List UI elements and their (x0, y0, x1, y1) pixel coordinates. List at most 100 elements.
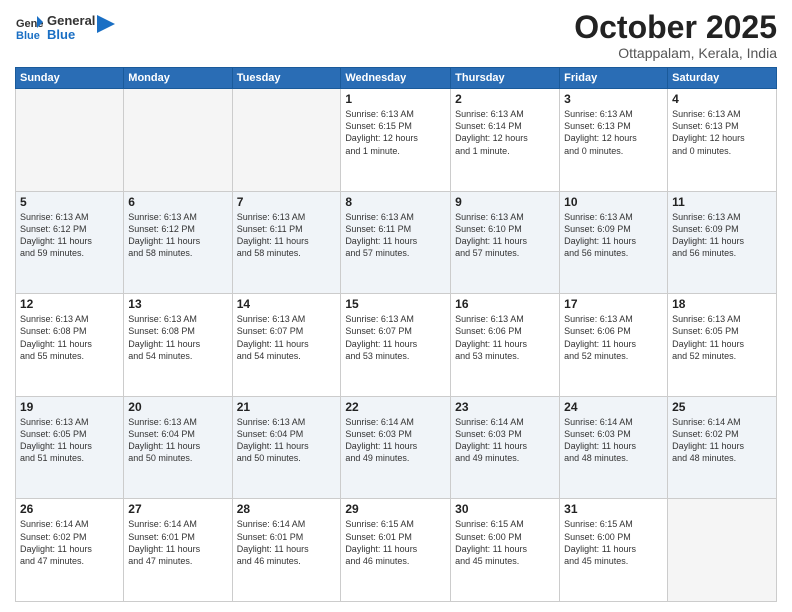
calendar-cell: 7 Sunrise: 6:13 AM Sunset: 6:11 PM Daylig… (232, 191, 341, 294)
calendar-cell: 5 Sunrise: 6:13 AM Sunset: 6:12 PM Daylig… (16, 191, 124, 294)
calendar-cell: 10 Sunrise: 6:13 AM Sunset: 6:09 PM Dayli… (560, 191, 668, 294)
weekday-header-thursday: Thursday (451, 68, 560, 89)
weekday-header-wednesday: Wednesday (341, 68, 451, 89)
day-info: Sunrise: 6:13 AM Sunset: 6:11 PM Dayligh… (237, 211, 337, 260)
calendar-cell: 2 Sunrise: 6:13 AM Sunset: 6:14 PM Daylig… (451, 89, 560, 192)
calendar-cell: 9 Sunrise: 6:13 AM Sunset: 6:10 PM Daylig… (451, 191, 560, 294)
day-number: 23 (455, 400, 555, 414)
calendar-cell: 21 Sunrise: 6:13 AM Sunset: 6:04 PM Dayli… (232, 396, 341, 499)
day-info: Sunrise: 6:15 AM Sunset: 6:00 PM Dayligh… (564, 518, 663, 567)
week-row-1: 1Sunrise: 6:13 AM Sunset: 6:15 PM Daylig… (16, 89, 777, 192)
week-row-4: 19Sunrise: 6:13 AM Sunset: 6:05 PM Dayli… (16, 396, 777, 499)
day-info: Sunrise: 6:15 AM Sunset: 6:00 PM Dayligh… (455, 518, 555, 567)
day-info: Sunrise: 6:13 AM Sunset: 6:05 PM Dayligh… (672, 313, 772, 362)
day-number: 25 (672, 400, 772, 414)
day-number: 24 (564, 400, 663, 414)
calendar-cell: 28 Sunrise: 6:14 AM Sunset: 6:01 PM Dayli… (232, 499, 341, 602)
month-title: October 2025 (574, 10, 777, 45)
day-number: 16 (455, 297, 555, 311)
calendar-cell: 30 Sunrise: 6:15 AM Sunset: 6:00 PM Dayli… (451, 499, 560, 602)
calendar-cell: 1Sunrise: 6:13 AM Sunset: 6:15 PM Daylig… (341, 89, 451, 192)
day-number: 4 (672, 92, 772, 106)
day-number: 21 (237, 400, 337, 414)
day-info: Sunrise: 6:13 AM Sunset: 6:15 PM Dayligh… (345, 108, 446, 157)
day-number: 11 (672, 195, 772, 209)
day-number: 14 (237, 297, 337, 311)
day-info: Sunrise: 6:15 AM Sunset: 6:01 PM Dayligh… (345, 518, 446, 567)
day-info: Sunrise: 6:13 AM Sunset: 6:12 PM Dayligh… (20, 211, 119, 260)
day-number: 15 (345, 297, 446, 311)
day-number: 7 (237, 195, 337, 209)
calendar-cell: 14 Sunrise: 6:13 AM Sunset: 6:07 PM Dayli… (232, 294, 341, 397)
day-number: 9 (455, 195, 555, 209)
calendar-cell: 18 Sunrise: 6:13 AM Sunset: 6:05 PM Dayli… (668, 294, 777, 397)
calendar-cell: 4 Sunrise: 6:13 AM Sunset: 6:13 PM Daylig… (668, 89, 777, 192)
calendar-cell: 16 Sunrise: 6:13 AM Sunset: 6:06 PM Dayli… (451, 294, 560, 397)
day-info: Sunrise: 6:13 AM Sunset: 6:09 PM Dayligh… (672, 211, 772, 260)
day-info: Sunrise: 6:13 AM Sunset: 6:14 PM Dayligh… (455, 108, 555, 157)
day-number: 13 (128, 297, 227, 311)
day-info: Sunrise: 6:13 AM Sunset: 6:08 PM Dayligh… (20, 313, 119, 362)
day-info: Sunrise: 6:14 AM Sunset: 6:02 PM Dayligh… (20, 518, 119, 567)
calendar-cell: 3 Sunrise: 6:13 AM Sunset: 6:13 PM Daylig… (560, 89, 668, 192)
day-number: 22 (345, 400, 446, 414)
calendar-cell: 12 Sunrise: 6:13 AM Sunset: 6:08 PM Dayli… (16, 294, 124, 397)
day-number: 18 (672, 297, 772, 311)
calendar-cell: 23 Sunrise: 6:14 AM Sunset: 6:03 PM Dayli… (451, 396, 560, 499)
logo-arrow-icon (97, 15, 115, 33)
calendar-cell: 26 Sunrise: 6:14 AM Sunset: 6:02 PM Dayli… (16, 499, 124, 602)
calendar-cell: 19Sunrise: 6:13 AM Sunset: 6:05 PM Dayli… (16, 396, 124, 499)
calendar-cell: 8Sunrise: 6:13 AM Sunset: 6:11 PM Daylig… (341, 191, 451, 294)
day-number: 6 (128, 195, 227, 209)
day-info: Sunrise: 6:13 AM Sunset: 6:05 PM Dayligh… (20, 416, 119, 465)
weekday-header-sunday: Sunday (16, 68, 124, 89)
day-info: Sunrise: 6:13 AM Sunset: 6:13 PM Dayligh… (564, 108, 663, 157)
day-number: 28 (237, 502, 337, 516)
logo: General Blue General Blue (15, 14, 115, 43)
day-number: 20 (128, 400, 227, 414)
calendar-cell: 11 Sunrise: 6:13 AM Sunset: 6:09 PM Dayli… (668, 191, 777, 294)
calendar-cell: 24 Sunrise: 6:14 AM Sunset: 6:03 PM Dayli… (560, 396, 668, 499)
day-number: 12 (20, 297, 119, 311)
logo-icon: General Blue (15, 14, 43, 42)
svg-text:Blue: Blue (16, 30, 40, 42)
day-number: 3 (564, 92, 663, 106)
day-number: 27 (128, 502, 227, 516)
day-info: Sunrise: 6:13 AM Sunset: 6:10 PM Dayligh… (455, 211, 555, 260)
day-info: Sunrise: 6:13 AM Sunset: 6:07 PM Dayligh… (237, 313, 337, 362)
calendar-cell: 25 Sunrise: 6:14 AM Sunset: 6:02 PM Dayli… (668, 396, 777, 499)
calendar-cell (232, 89, 341, 192)
day-info: Sunrise: 6:13 AM Sunset: 6:13 PM Dayligh… (672, 108, 772, 157)
day-number: 26 (20, 502, 119, 516)
day-info: Sunrise: 6:14 AM Sunset: 6:01 PM Dayligh… (128, 518, 227, 567)
day-info: Sunrise: 6:13 AM Sunset: 6:08 PM Dayligh… (128, 313, 227, 362)
day-info: Sunrise: 6:14 AM Sunset: 6:03 PM Dayligh… (345, 416, 446, 465)
location-subtitle: Ottappalam, Kerala, India (574, 45, 777, 61)
title-block: October 2025 Ottappalam, Kerala, India (574, 10, 777, 61)
day-info: Sunrise: 6:13 AM Sunset: 6:09 PM Dayligh… (564, 211, 663, 260)
day-number: 8 (345, 195, 446, 209)
calendar-cell: 13 Sunrise: 6:13 AM Sunset: 6:08 PM Dayli… (124, 294, 232, 397)
calendar-cell: 27 Sunrise: 6:14 AM Sunset: 6:01 PM Dayli… (124, 499, 232, 602)
calendar-cell: 17Sunrise: 6:13 AM Sunset: 6:06 PM Dayli… (560, 294, 668, 397)
weekday-header-saturday: Saturday (668, 68, 777, 89)
logo-text-blue: Blue (47, 28, 95, 42)
calendar-table: SundayMondayTuesdayWednesdayThursdayFrid… (15, 67, 777, 602)
logo-text-general: General (47, 14, 95, 28)
day-info: Sunrise: 6:14 AM Sunset: 6:03 PM Dayligh… (564, 416, 663, 465)
day-info: Sunrise: 6:13 AM Sunset: 6:04 PM Dayligh… (237, 416, 337, 465)
day-info: Sunrise: 6:13 AM Sunset: 6:06 PM Dayligh… (455, 313, 555, 362)
calendar-cell: 22 Sunrise: 6:14 AM Sunset: 6:03 PM Dayli… (341, 396, 451, 499)
day-number: 10 (564, 195, 663, 209)
day-info: Sunrise: 6:14 AM Sunset: 6:03 PM Dayligh… (455, 416, 555, 465)
day-info: Sunrise: 6:14 AM Sunset: 6:01 PM Dayligh… (237, 518, 337, 567)
day-number: 17 (564, 297, 663, 311)
weekday-header-friday: Friday (560, 68, 668, 89)
day-info: Sunrise: 6:13 AM Sunset: 6:12 PM Dayligh… (128, 211, 227, 260)
calendar-cell: 20 Sunrise: 6:13 AM Sunset: 6:04 PM Dayli… (124, 396, 232, 499)
day-number: 2 (455, 92, 555, 106)
day-number: 30 (455, 502, 555, 516)
day-info: Sunrise: 6:13 AM Sunset: 6:04 PM Dayligh… (128, 416, 227, 465)
day-number: 5 (20, 195, 119, 209)
day-info: Sunrise: 6:14 AM Sunset: 6:02 PM Dayligh… (672, 416, 772, 465)
